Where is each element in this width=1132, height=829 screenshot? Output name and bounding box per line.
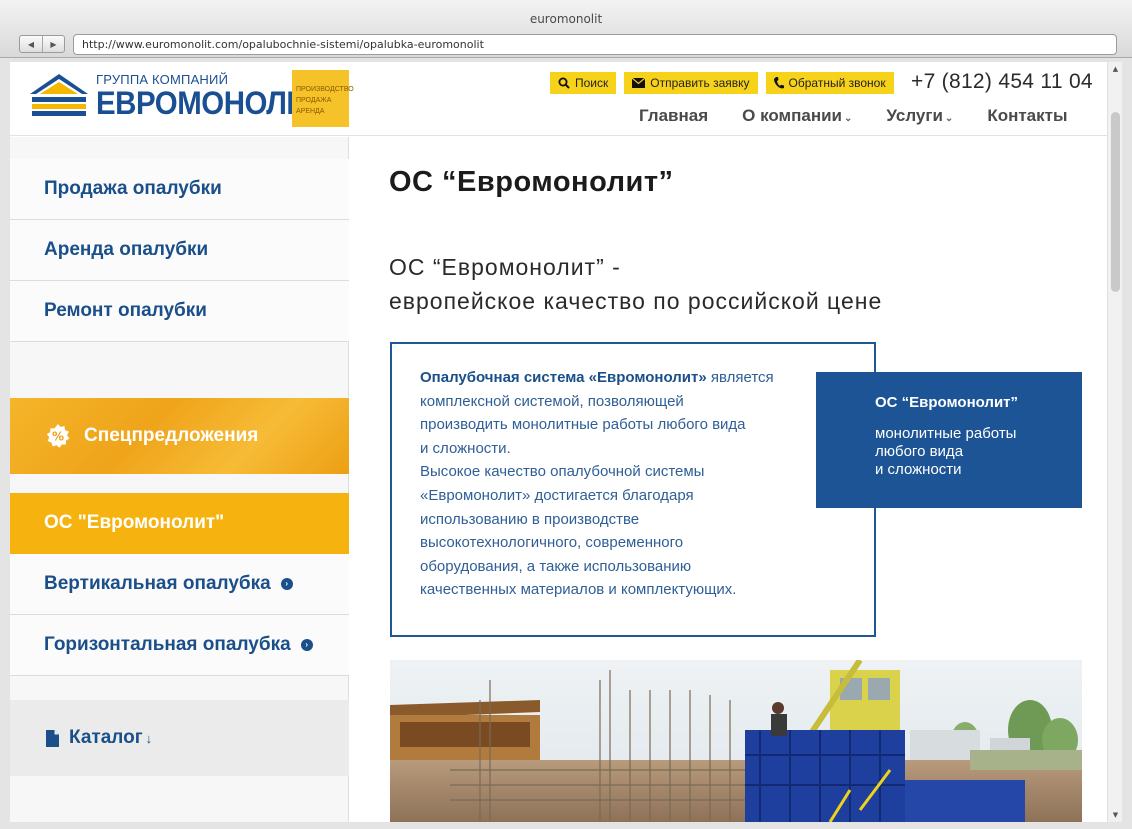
sidebar-item-label: ОС "Евромонолит" (44, 512, 225, 533)
chevron-down-icon: ⌄ (844, 113, 853, 124)
subtitle-line: ОС “Евромонолит” - (389, 254, 621, 280)
envelope-icon (632, 78, 646, 88)
phone-number[interactable]: +7 (812) 454 11 04 (911, 70, 1093, 94)
sidebar-item-rent[interactable]: Аренда опалубки (10, 220, 349, 281)
info-text: является (706, 369, 774, 386)
nav-home-label: Главная (639, 106, 709, 125)
nav-services-label: Услуги (886, 106, 943, 125)
main-nav: Главная О компании ⌄ Услуги ⌄ Контакты (639, 106, 1067, 126)
logo-badge: ПРОИЗВОДСТВО ПРОДАЖА АРЕНДА (292, 70, 354, 127)
browser-window: euromonolit ◀ ▶ http://www.euromonolit.c… (0, 0, 1132, 829)
percent-badge-icon: % (46, 424, 70, 448)
history-buttons: ◀ ▶ (19, 35, 65, 53)
site-header: ГРУППА КОМПАНИЙ ЕВРОМОНОЛИТ ПРОИЗВОДСТВО… (10, 62, 1107, 136)
promo-line: монолитные работы (875, 425, 1017, 442)
scroll-up-icon[interactable]: ▲ (1108, 62, 1122, 76)
back-arrow-icon[interactable]: ◀ (20, 36, 42, 52)
chevron-down-icon: ⌄ (944, 113, 954, 124)
info-line: высокотехнологичного, современного (420, 534, 684, 552)
info-line: «Евромонолит» достигается благодаря (420, 486, 694, 504)
badge-line: ПРОИЗВОДСТВО (296, 86, 354, 93)
subtitle-line: европейское качество по российской цене (389, 288, 883, 314)
info-line: комплексной системой, позволяющей (420, 392, 684, 410)
document-icon (46, 729, 59, 747)
scroll-down-icon[interactable]: ▼ (1108, 808, 1122, 822)
sidebar: Продажа опалубки Аренда опалубки Ремонт … (10, 137, 349, 822)
sidebar-item-catalog[interactable]: Каталог ↓ (10, 700, 349, 776)
forward-arrow-icon[interactable]: ▶ (41, 36, 64, 52)
logo-name-text: ЕВРОМОНОЛИТ (96, 84, 325, 121)
info-line: оборудования, а также использованию (420, 557, 692, 575)
sidebar-item-special-offers[interactable]: % Спецпредложения (10, 398, 349, 474)
sidebar-item-label: Горизонтальная опалубка (44, 634, 291, 655)
search-label: Поиск (575, 76, 609, 90)
svg-text:%: % (52, 430, 64, 444)
info-line: качественных материалов и комплектующих. (420, 581, 737, 599)
promo-banner: ОС “Евромонолит” монолитные работы любог… (816, 372, 1082, 508)
sidebar-item-label: Каталог (69, 727, 143, 748)
nav-services[interactable]: Услуги ⌄ (886, 106, 953, 126)
page-viewport: ГРУППА КОМПАНИЙ ЕВРОМОНОЛИТ ПРОИЗВОДСТВО… (10, 62, 1122, 822)
chevron-right-icon: › (280, 578, 293, 590)
promo-title: ОС “Евромонолит” (875, 394, 1019, 411)
info-line: Высокое качество опалубочной системы (420, 463, 705, 481)
sidebar-item-label: Вертикальная опалубка (44, 573, 271, 594)
sidebar-item-vertical[interactable]: Вертикальная опалубка › (10, 554, 349, 615)
sidebar-item-label: Ремонт опалубки (44, 300, 207, 321)
info-line: использованию в производстве (420, 510, 640, 528)
browser-titlebar: euromonolit ◀ ▶ http://www.euromonolit.c… (0, 0, 1132, 58)
sidebar-item-euromonolit[interactable]: ОС "Евромонолит" (10, 493, 349, 554)
promo-line: и сложности (875, 461, 962, 478)
info-line: производить монолитные работы любого вид… (420, 416, 746, 434)
badge-line: АРЕНДА (296, 108, 325, 115)
page-subtitle: ОС “Евромонолит” - европейское качество … (389, 250, 882, 318)
top-actions: Поиск Отправить заявку Обратный звонок (550, 72, 894, 94)
nav-about[interactable]: О компании ⌄ (742, 106, 852, 126)
logo-mark-icon (28, 70, 90, 120)
download-arrow-icon: ↓ (145, 730, 153, 746)
window-title: euromonolit (529, 12, 603, 26)
badge-line: ПРОДАЖА (296, 97, 332, 104)
sidebar-item-label: Продажа опалубки (44, 178, 222, 199)
nav-contacts-label: Контакты (987, 106, 1068, 125)
page-scrollbar[interactable]: ▲ ▼ (1107, 62, 1122, 822)
phone-icon (773, 76, 784, 90)
page-title: ОС “Евромонолит” (389, 166, 674, 198)
info-line: и сложности. (420, 439, 511, 457)
info-box: Опалубочная система «Евромонолит» являет… (390, 342, 876, 637)
search-button[interactable]: Поиск (550, 72, 617, 94)
nav-home[interactable]: Главная (639, 106, 708, 126)
scroll-thumb[interactable] (1111, 112, 1120, 292)
sidebar-item-repair[interactable]: Ремонт опалубки (10, 281, 349, 342)
sidebar-item-horizontal[interactable]: Горизонтальная опалубка › (10, 615, 349, 676)
sidebar-item-sale[interactable]: Продажа опалубки (10, 159, 349, 220)
send-request-label: Отправить заявку (650, 76, 750, 90)
callback-label: Обратный звонок (788, 76, 886, 90)
search-icon (558, 77, 570, 89)
info-line: Опалубочная система «Евромонолит» являет… (420, 366, 854, 390)
promo-line: любого вида (875, 443, 964, 460)
construction-site-photo (390, 660, 1082, 822)
sidebar-item-label: Спецпредложения (84, 425, 259, 446)
info-bold-text: Опалубочная система «Евромонолит» (420, 369, 707, 386)
send-request-button[interactable]: Отправить заявку (624, 72, 758, 94)
sidebar-item-label: Аренда опалубки (44, 239, 209, 260)
nav-about-label: О компании (742, 106, 842, 125)
callback-button[interactable]: Обратный звонок (765, 72, 894, 94)
nav-contacts[interactable]: Контакты (987, 106, 1067, 126)
address-bar[interactable]: http://www.euromonolit.com/opalubochnie-… (73, 34, 1117, 55)
chevron-right-icon: › (300, 639, 313, 651)
